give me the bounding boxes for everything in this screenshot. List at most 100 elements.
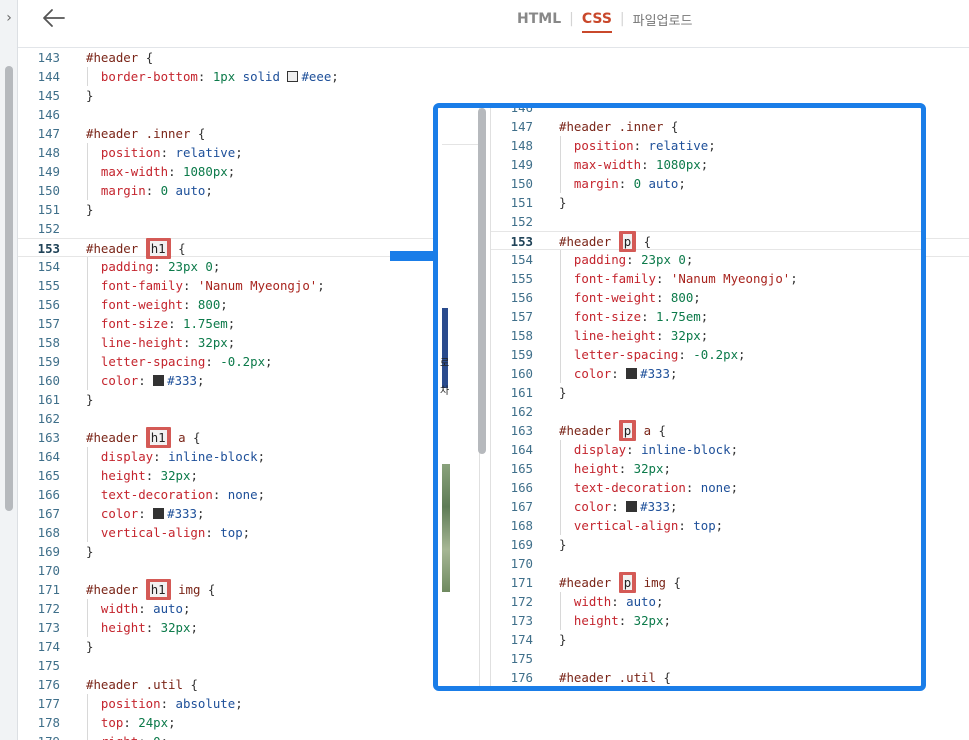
tab-file-upload[interactable]: 파일업로드 <box>633 10 693 33</box>
code-token: height <box>86 620 146 635</box>
line-number: 175 <box>510 651 533 666</box>
code-line: 172 width: auto; <box>491 592 921 611</box>
line-number: 171 <box>510 575 533 590</box>
highlighted-selector: p <box>618 231 637 252</box>
indent-guide <box>560 250 561 383</box>
zoomed-code-editor: 146147#header .inner {148 position: rela… <box>490 108 921 686</box>
tab-html[interactable]: HTML <box>517 11 561 31</box>
code-token: top <box>693 518 716 533</box>
line-number: 148 <box>37 145 60 160</box>
code-token: relative <box>648 138 709 153</box>
indent-guide <box>87 143 88 200</box>
code-text: max-width: 1080px; <box>86 162 235 181</box>
highlighted-selector: h1 <box>145 427 171 448</box>
color-swatch[interactable] <box>626 368 638 379</box>
code-token: : <box>138 373 154 388</box>
code-line: 166 text-decoration: none; <box>491 478 921 497</box>
preview-text-fragment: 차 <box>440 386 450 397</box>
chevron-right-icon[interactable]: › <box>0 6 18 30</box>
code-token: ; <box>227 316 236 331</box>
code-token: #eee <box>301 69 332 84</box>
code-token: none <box>700 480 731 495</box>
indent-guide <box>87 257 88 390</box>
code-token: ; <box>257 449 266 464</box>
code-token: 32px <box>633 613 664 628</box>
code-token: : <box>633 138 649 153</box>
code-token: 32px <box>633 461 664 476</box>
code-line: 158 line-height: 32px; <box>491 326 921 345</box>
code-text: color: #333; <box>559 497 678 516</box>
code-line: 164 display: inline-block; <box>491 440 921 459</box>
code-token: ; <box>317 278 325 293</box>
code-token: ; <box>182 601 191 616</box>
code-text: height: 32px; <box>86 618 198 637</box>
line-number: 172 <box>37 601 60 616</box>
code-token: ; <box>212 259 221 274</box>
code-text: font-family: 'Nanum Myeongjo'; <box>86 276 325 295</box>
code-token: : <box>618 461 634 476</box>
scrollbar-thumb[interactable] <box>478 108 486 454</box>
line-number: 156 <box>37 297 60 312</box>
code-token: ; <box>663 613 671 628</box>
code-token: : <box>205 354 221 369</box>
code-token: : <box>197 69 213 84</box>
code-token: : <box>611 366 627 381</box>
code-text: width: auto; <box>86 599 191 618</box>
code-token: auto <box>153 601 183 616</box>
code-token: absolute <box>175 696 236 711</box>
code-token: ; <box>227 164 236 179</box>
code-line: 161} <box>491 383 921 402</box>
line-number: 147 <box>510 119 533 134</box>
code-token: 32px <box>670 328 701 343</box>
code-text: height: 32px; <box>559 459 671 478</box>
code-line: 143 #header { <box>18 49 969 67</box>
code-token: position <box>86 696 161 711</box>
line-number: 170 <box>510 556 533 571</box>
code-token: ; <box>708 138 716 153</box>
code-text: #header { <box>86 49 153 67</box>
line-number: 170 <box>37 563 60 578</box>
tab-css[interactable]: CSS <box>581 11 613 33</box>
code-token: } <box>559 385 567 400</box>
code-token: ; <box>196 506 205 521</box>
code-token: ; <box>265 354 273 369</box>
code-token: ; <box>235 145 243 160</box>
color-swatch[interactable] <box>626 501 638 512</box>
line-number: 159 <box>510 347 533 362</box>
code-token: ; <box>730 442 739 457</box>
code-token: : <box>123 715 139 730</box>
code-line: 150 margin: 0 auto; <box>491 174 921 193</box>
code-token: : <box>138 601 154 616</box>
line-number: 156 <box>510 290 533 305</box>
line-number: 172 <box>510 594 533 609</box>
code-line: 157 font-size: 1.75em; <box>491 307 921 326</box>
code-token: text-decoration <box>86 487 213 502</box>
code-token: height <box>86 468 146 483</box>
scrollbar-thumb[interactable] <box>5 66 13 511</box>
code-token: ; <box>700 328 709 343</box>
code-token: padding <box>559 252 627 267</box>
code-text: border-bottom: 1px solid #eee; <box>86 67 339 86</box>
code-token: 23px 0 <box>641 252 686 267</box>
code-text: text-decoration: none; <box>559 478 738 497</box>
code-token: #header .util <box>559 670 664 685</box>
code-line: 152 <box>491 212 921 231</box>
color-swatch[interactable] <box>287 71 299 82</box>
code-token: : <box>611 499 627 514</box>
code-text: } <box>86 542 93 561</box>
line-number: 151 <box>37 202 60 217</box>
color-swatch[interactable] <box>153 375 165 386</box>
arrow-left-icon[interactable] <box>42 8 70 32</box>
code-token: : <box>205 525 221 540</box>
code-token: display <box>86 449 154 464</box>
code-line: 159 letter-spacing: -0.2px; <box>491 345 921 364</box>
code-token: } <box>86 639 94 654</box>
code-token: ; <box>242 525 251 540</box>
code-line: 144 border-bottom: 1px solid #eee; <box>18 67 969 86</box>
code-token: auto <box>648 176 679 191</box>
line-number: 158 <box>37 335 60 350</box>
code-text: letter-spacing: -0.2px; <box>86 352 273 371</box>
color-swatch[interactable] <box>153 508 165 519</box>
code-token: ; <box>790 271 798 286</box>
line-number: 159 <box>37 354 60 369</box>
